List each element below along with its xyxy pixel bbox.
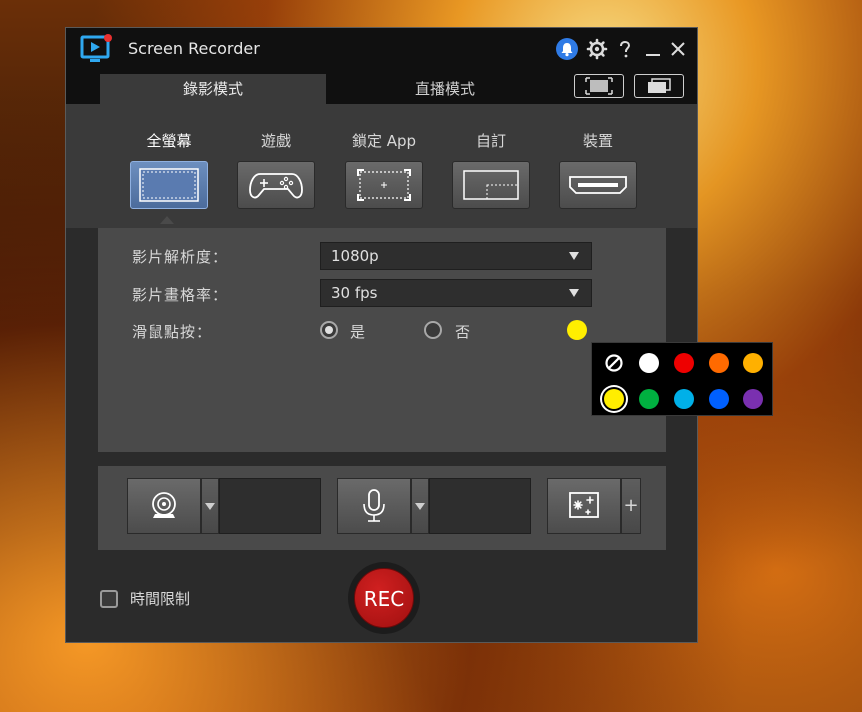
webcam-preview bbox=[219, 478, 321, 534]
close-button[interactable] bbox=[667, 38, 689, 60]
settings-button[interactable] bbox=[586, 38, 608, 60]
custom-region-icon bbox=[463, 170, 519, 200]
notification-button[interactable] bbox=[556, 38, 578, 60]
click-color-palette bbox=[591, 342, 773, 416]
add-effect-button[interactable]: + bbox=[621, 478, 641, 534]
tab-record-mode[interactable]: 錄影模式 bbox=[100, 74, 326, 104]
mode-device[interactable]: 裝置 bbox=[558, 104, 638, 209]
resolution-select[interactable]: 1080p bbox=[320, 242, 592, 270]
microphone-icon bbox=[363, 489, 385, 522]
click-color-button[interactable] bbox=[567, 320, 587, 340]
mouse-click-no-radio[interactable] bbox=[424, 321, 442, 339]
chevron-down-icon bbox=[205, 503, 215, 510]
chevron-down-icon bbox=[415, 503, 425, 510]
tab-live-mode[interactable]: 直播模式 bbox=[326, 74, 564, 104]
no-color-icon bbox=[605, 354, 623, 372]
mode-lock-app[interactable]: 鎖定 App bbox=[342, 104, 426, 209]
help-button[interactable] bbox=[614, 38, 636, 60]
webcam-icon bbox=[152, 492, 176, 518]
help-icon bbox=[620, 40, 631, 58]
swatch-color[interactable] bbox=[674, 353, 694, 373]
mode-lock-app-label: 鎖定 App bbox=[351, 132, 417, 150]
mode-custom[interactable]: 自訂 bbox=[451, 104, 531, 209]
capture-mode-panel: 全螢幕 遊戲 鎖定 App 自訂 裝置 bbox=[66, 104, 697, 228]
resolution-label: 影片解析度： bbox=[132, 248, 229, 266]
app-title: Screen Recorder bbox=[128, 39, 260, 58]
swatch-color[interactable] bbox=[639, 389, 659, 409]
microphone-button[interactable] bbox=[337, 478, 411, 534]
mouse-click-yes-label: 是 bbox=[350, 323, 366, 341]
lock-app-icon bbox=[357, 169, 411, 201]
swatch-color[interactable] bbox=[674, 389, 694, 409]
mode-device-label: 裝置 bbox=[582, 132, 613, 150]
mode-game[interactable]: 遊戲 bbox=[236, 104, 316, 209]
fullscreen-view-button[interactable] bbox=[574, 74, 624, 98]
swatch-none[interactable] bbox=[604, 353, 624, 373]
swatch-color[interactable] bbox=[709, 353, 729, 373]
webcam-button[interactable] bbox=[127, 478, 201, 534]
webcam-dropdown[interactable] bbox=[201, 478, 219, 534]
swatch-color-selected[interactable] bbox=[604, 389, 624, 409]
mouse-click-label: 滑鼠點按： bbox=[132, 323, 213, 341]
screen-recorder-window: Screen Recorder 錄影模式 直播模式 全螢幕 遊戲 鎖定 App … bbox=[65, 27, 698, 643]
mode-lock-app-button[interactable] bbox=[345, 161, 423, 209]
swatch-color[interactable] bbox=[709, 389, 729, 409]
minimize-button[interactable] bbox=[642, 38, 664, 60]
input-devices-bar: + bbox=[98, 466, 666, 550]
active-mode-indicator bbox=[160, 216, 174, 224]
gear-icon bbox=[586, 38, 608, 60]
framerate-select[interactable]: 30 fps bbox=[320, 279, 592, 307]
chevron-down-icon bbox=[569, 252, 579, 260]
notification-icon bbox=[561, 43, 573, 57]
mode-fullscreen[interactable]: 全螢幕 bbox=[129, 104, 209, 209]
record-button[interactable]: REC bbox=[354, 568, 414, 628]
hdmi-icon bbox=[569, 176, 627, 194]
swatch-color[interactable] bbox=[743, 389, 763, 409]
microphone-level bbox=[429, 478, 531, 534]
app-logo-icon bbox=[80, 34, 112, 62]
close-icon bbox=[671, 42, 685, 56]
mode-device-button[interactable] bbox=[559, 161, 637, 209]
mouse-click-no-label: 否 bbox=[455, 323, 471, 341]
multi-window-icon bbox=[648, 78, 671, 93]
mode-fullscreen-label: 全螢幕 bbox=[146, 132, 192, 150]
mode-game-label: 遊戲 bbox=[260, 132, 291, 150]
time-limit-checkbox[interactable] bbox=[100, 590, 118, 608]
chevron-down-icon bbox=[569, 289, 579, 297]
resolution-value: 1080p bbox=[331, 247, 379, 265]
framerate-label: 影片畫格率： bbox=[132, 286, 229, 304]
fullscreen-capture-icon bbox=[139, 168, 199, 202]
swatch-color[interactable] bbox=[743, 353, 763, 373]
microphone-dropdown[interactable] bbox=[411, 478, 429, 534]
minimize-icon bbox=[646, 54, 660, 56]
swatch-color[interactable] bbox=[639, 353, 659, 373]
mode-tab-bar: 錄影模式 直播模式 bbox=[66, 70, 697, 104]
mode-custom-button[interactable] bbox=[452, 161, 530, 209]
mouse-click-yes-radio[interactable] bbox=[320, 321, 338, 339]
window-view-button[interactable] bbox=[634, 74, 684, 98]
title-bar: Screen Recorder bbox=[66, 28, 697, 70]
mode-game-button[interactable] bbox=[237, 161, 315, 209]
framerate-value: 30 fps bbox=[331, 284, 378, 302]
recording-settings-panel: 影片解析度： 1080p 影片畫格率： 30 fps 滑鼠點按： 是 否 bbox=[98, 228, 666, 452]
effects-button[interactable] bbox=[547, 478, 621, 534]
effects-icon bbox=[569, 492, 599, 518]
fullscreen-icon bbox=[585, 77, 613, 95]
mode-custom-label: 自訂 bbox=[475, 132, 506, 150]
time-limit-label: 時間限制 bbox=[130, 590, 191, 608]
mode-fullscreen-button[interactable] bbox=[130, 161, 208, 209]
gamepad-icon bbox=[249, 173, 303, 199]
